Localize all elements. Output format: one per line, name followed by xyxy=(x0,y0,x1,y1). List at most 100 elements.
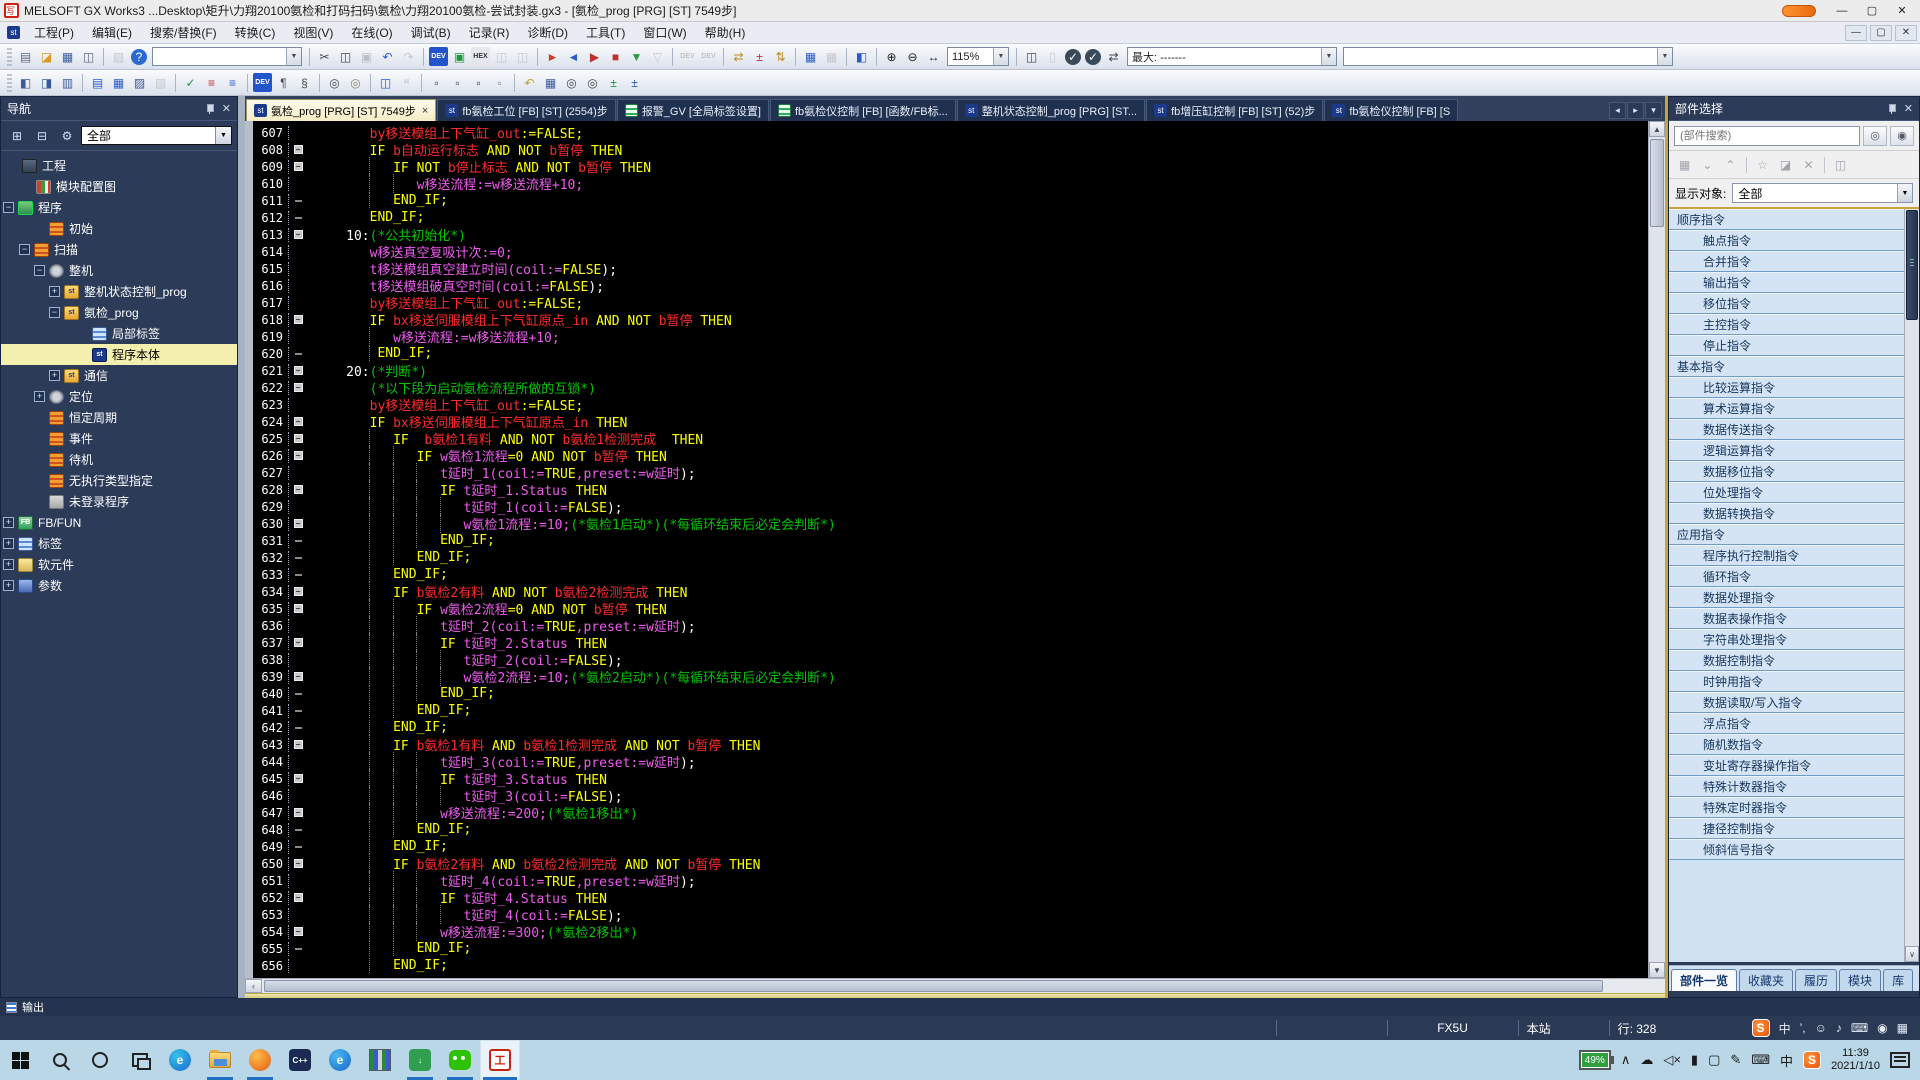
list-scroll-thumb[interactable] xyxy=(1906,210,1918,320)
code-line[interactable]: 616 t移送模组破真空时间(coil:=FALSE); xyxy=(253,277,1648,294)
code-line[interactable]: 631 END_IF; xyxy=(253,532,1648,549)
code-line[interactable]: 652− IF t延时_4.Status THEN xyxy=(253,889,1648,906)
sogou-logo-icon[interactable]: S xyxy=(1752,1019,1770,1037)
instruction-item[interactable]: 字符串处理指令 xyxy=(1669,629,1904,650)
instruction-item[interactable]: 位处理指令 xyxy=(1669,482,1904,503)
instruction-item[interactable]: 浮点指令 xyxy=(1669,713,1904,734)
document-tab-2[interactable]: 报警_GV [全局标签设置] xyxy=(617,99,769,121)
monitor-stop-icon[interactable]: ■ xyxy=(606,47,625,66)
delete-icon[interactable]: ✕ xyxy=(1798,155,1819,175)
instruction-item[interactable]: 数据传送指令 xyxy=(1669,419,1904,440)
program-check-icon[interactable]: ✓ xyxy=(181,73,200,92)
tree-expander-icon[interactable]: + xyxy=(49,370,60,381)
child-restore-button[interactable]: ▢ xyxy=(1870,25,1892,41)
menu-1[interactable]: 编辑(E) xyxy=(83,21,141,44)
menu-4[interactable]: 视图(V) xyxy=(284,21,342,44)
instruction-item[interactable]: 算术运算指令 xyxy=(1669,398,1904,419)
device-comment-icon[interactable]: DEV xyxy=(253,73,272,92)
code-line[interactable]: 648 END_IF; xyxy=(253,821,1648,838)
code-line[interactable]: 651 t延时_4(coil:=TRUE,preset:=w延时); xyxy=(253,872,1648,889)
cortana-button[interactable] xyxy=(80,1040,120,1080)
code-line[interactable]: 632 END_IF; xyxy=(253,549,1648,566)
panel-tab-2[interactable]: 履历 xyxy=(1795,969,1837,991)
instruction-item[interactable]: 倾斜信号指令 xyxy=(1669,839,1904,860)
fold-collapse-icon[interactable]: − xyxy=(289,366,307,375)
fold-collapse-icon[interactable]: − xyxy=(289,383,307,392)
code-line[interactable]: 634− IF b氨检2有料 AND NOT b氨检2检测完成 THEN xyxy=(253,583,1648,600)
display-setting-icon[interactable]: ◫ xyxy=(376,73,395,92)
decrement-device-icon[interactable]: ± xyxy=(625,73,644,92)
find-previous-icon[interactable]: ◎ xyxy=(1863,126,1887,146)
cascade-windows-icon[interactable]: ◧ xyxy=(16,73,35,92)
note-icon[interactable]: § xyxy=(295,73,314,92)
display-target-combo[interactable]: 全部 ▼ xyxy=(1732,183,1913,203)
settings-gear-icon[interactable]: ⚙ xyxy=(56,126,78,146)
fb-instance-icon[interactable]: ▦ xyxy=(541,73,560,92)
scroll-down-icon[interactable]: ▼ xyxy=(1649,962,1665,978)
quick-access-combo[interactable]: ▼ xyxy=(152,47,302,66)
ime-keyboard-icon[interactable]: ⌨ xyxy=(1851,1021,1868,1035)
st-code-editor[interactable]: 607 by移送模组上下气缸_out:=FALSE;608− IF b自动运行标… xyxy=(245,121,1648,978)
minimize-button[interactable]: — xyxy=(1828,2,1856,20)
nav-item-machine-state-prog[interactable]: +st整机状态控制_prog xyxy=(1,281,237,302)
clock[interactable]: 11:392021/1/10 xyxy=(1831,1047,1880,1073)
nav-item-local-label[interactable]: 局部标签 xyxy=(1,323,237,344)
code-line[interactable]: 626− IF w氨检1流程=0 AND NOT b暂停 THEN xyxy=(253,447,1648,464)
find-unset-device-icon[interactable]: ◎ xyxy=(583,73,602,92)
ime-toolbox-icon[interactable]: ▦ xyxy=(1897,1021,1908,1035)
tree-display-mode-icon[interactable]: ⊞ xyxy=(6,126,28,146)
monitor-window-icon[interactable]: ◫ xyxy=(1022,47,1041,66)
instruction-item[interactable]: 合并指令 xyxy=(1669,251,1904,272)
tab-scroll-right-icon[interactable]: ▸ xyxy=(1627,102,1644,119)
monitor-start-icon[interactable]: ▶ xyxy=(585,47,604,66)
fold-collapse-icon[interactable]: − xyxy=(289,519,307,528)
tree-expander-icon[interactable]: − xyxy=(34,265,45,276)
increment-device-icon[interactable]: ± xyxy=(604,73,623,92)
code-line[interactable]: 611 END_IF; xyxy=(253,192,1648,209)
editor-vertical-scrollbar[interactable]: ▲ ▼ xyxy=(1648,121,1665,978)
fold-collapse-icon[interactable]: − xyxy=(289,587,307,596)
code-line[interactable]: 636 t延时_2(coil:=TRUE,preset:=w延时); xyxy=(253,617,1648,634)
code-line[interactable]: 609− IF NOT b停止标志 AND NOT b暂停 THEN xyxy=(253,158,1648,175)
fold-collapse-icon[interactable]: − xyxy=(289,451,307,460)
nav-item-label[interactable]: +标签 xyxy=(1,533,237,554)
code-line[interactable]: 623 by移送模组上下气缸_out:=FALSE; xyxy=(253,396,1648,413)
hex-display-icon[interactable]: HEX xyxy=(471,47,490,66)
code-line[interactable]: 655 END_IF; xyxy=(253,940,1648,957)
zoom-out-icon[interactable]: ⊖ xyxy=(903,47,922,66)
redo-icon[interactable]: ↷ xyxy=(399,47,418,66)
menu-6[interactable]: 调试(B) xyxy=(402,21,460,44)
fold-collapse-icon[interactable]: − xyxy=(289,145,307,154)
document-tab-6[interactable]: stfb氨检仪控制 [FB] [S xyxy=(1324,99,1458,121)
project-verify-icon[interactable]: ▧ xyxy=(109,47,128,66)
edge-icon[interactable]: e xyxy=(160,1040,200,1080)
new-project-icon[interactable]: ▤ xyxy=(16,47,35,66)
ime-punct-icon[interactable]: ’, xyxy=(1800,1021,1806,1035)
search-button[interactable] xyxy=(40,1040,80,1080)
new-folder-icon[interactable]: ◪ xyxy=(1775,155,1796,175)
code-line[interactable]: 633 END_IF; xyxy=(253,566,1648,583)
nav-item-machine[interactable]: −整机 xyxy=(1,260,237,281)
code-line[interactable]: 644 t延时_3(coil:=TRUE,preset:=w延时); xyxy=(253,753,1648,770)
dev-cpp-icon[interactable]: C++ xyxy=(280,1040,320,1080)
help-icon[interactable]: ? xyxy=(131,49,147,65)
code-line[interactable]: 642 END_IF; xyxy=(253,719,1648,736)
editor-horizontal-scrollbar[interactable]: ‹ xyxy=(245,978,1665,993)
chevron-down-icon[interactable]: ▼ xyxy=(1657,48,1672,65)
cross-reference-icon[interactable]: ▤ xyxy=(88,73,107,92)
code-line[interactable]: 656 END_IF; xyxy=(253,957,1648,974)
instruction-item[interactable]: 数据移位指令 xyxy=(1669,461,1904,482)
code-line[interactable]: 654− w移送流程:=300;(*氨检2移出*) xyxy=(253,923,1648,940)
window-split-icon[interactable]: ◧ xyxy=(852,47,871,66)
nav-item-unregistered[interactable]: 未登录程序 xyxy=(1,491,237,512)
code-line[interactable]: 641 END_IF; xyxy=(253,702,1648,719)
instruction-item[interactable]: 特殊定时器指令 xyxy=(1669,797,1904,818)
convert-icon[interactable]: ≡ xyxy=(202,73,221,92)
code-line[interactable]: 625− IF b氨检1有料 AND NOT b氨检1检测完成 THEN xyxy=(253,430,1648,447)
chevron-down-icon[interactable]: ▼ xyxy=(993,48,1008,65)
code-line[interactable]: 620 END_IF; xyxy=(253,345,1648,362)
plc-tool-icon[interactable] xyxy=(360,1040,400,1080)
instruction-item[interactable]: 程序执行控制指令 xyxy=(1669,545,1904,566)
fold-collapse-icon[interactable]: − xyxy=(289,672,307,681)
open-project-icon[interactable]: ◪ xyxy=(37,47,56,66)
